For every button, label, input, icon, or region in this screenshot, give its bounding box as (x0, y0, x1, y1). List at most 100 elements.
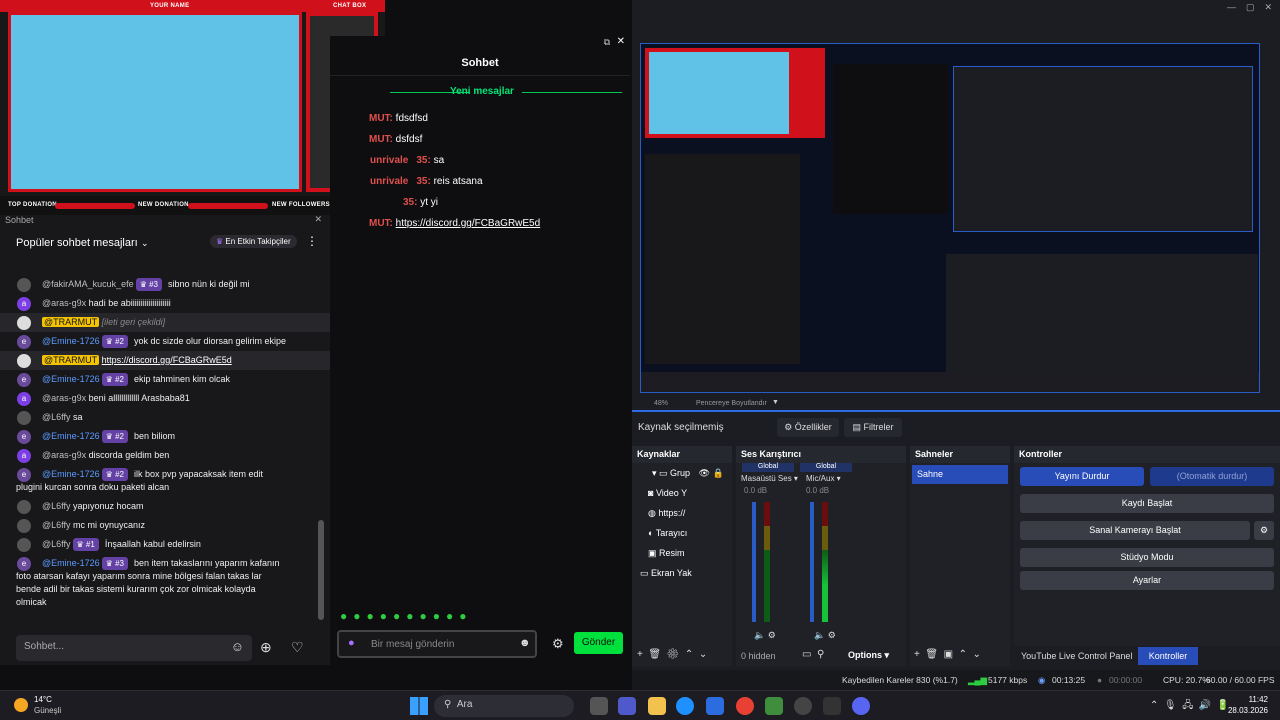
source-row-group[interactable]: ▾ ▭ Grup 👁 🔒 (632, 463, 732, 483)
taskbar-date[interactable]: 28.03.2026 (1226, 706, 1268, 715)
stop-stream-button[interactable]: Yayını Durdur (1020, 467, 1144, 486)
chat-username[interactable]: @Emine-1726 (42, 431, 100, 441)
chat-username[interactable]: @L6ffy (42, 520, 71, 530)
mic-icon[interactable]: ● (348, 637, 355, 649)
source-label: Grup (670, 468, 691, 478)
source-label: Video Y (655, 488, 688, 498)
close-icon[interactable]: ✕ (617, 36, 625, 47)
source-row-browser[interactable]: ◐ Tarayıcı (632, 523, 732, 543)
sun-icon[interactable] (14, 698, 28, 712)
list-item: @TRARMUT [ileti geri çekildi] (0, 313, 330, 332)
studio-mode-button[interactable]: Stüdyo Modu (1020, 548, 1274, 567)
close-icon[interactable]: ✕ (314, 214, 322, 225)
source-row-screen[interactable]: ▭ Ekran Yak (632, 563, 732, 583)
chat-username[interactable]: @Emine-1726 (42, 558, 100, 568)
terminal-icon[interactable] (823, 697, 841, 715)
chat-title: Sohbet (5, 215, 34, 225)
auto-stop-button[interactable]: (Otomatik durdur) (1150, 467, 1274, 486)
source-row-url[interactable]: ◍ https:// (632, 503, 732, 523)
fit-to-window[interactable]: Pencereye Boyutlandır (696, 400, 767, 407)
start-recording-button[interactable]: Kaydı Başlat (1020, 494, 1274, 513)
restore-icon[interactable]: ⧉ (604, 37, 610, 48)
chat-username[interactable]: @L6ffy (42, 539, 71, 549)
chat-link[interactable]: https://discord.gg/FCBaGRwE5d (396, 218, 541, 229)
top-followers-button[interactable]: ♛ En Etkin Takipçiler (210, 235, 297, 248)
source-row-image[interactable]: ▣ Resim (632, 543, 732, 563)
speaker-icon[interactable]: 🔈 ⚙ (754, 630, 776, 641)
volume-slider-2[interactable] (810, 502, 814, 622)
chat-username[interactable]: @L6ffy (42, 412, 71, 422)
tab-youtube-control[interactable]: YouTube Live Control Panel (1016, 647, 1136, 665)
options-button[interactable]: Options ▾ (848, 650, 889, 661)
chat-input[interactable]: Sohbet... ☺ (16, 635, 252, 661)
chat-username[interactable]: unrivale (370, 176, 408, 187)
popular-title[interactable]: Popüler sohbet mesajları (16, 237, 138, 249)
properties-button[interactable]: ⚙ Özellikler (777, 418, 839, 437)
emoji-icon[interactable]: ☻ (519, 637, 531, 649)
emote-bar[interactable]: ●●●●●●●●●● (340, 609, 472, 623)
tray-icons[interactable]: ⌃ 🎙 🖧 🔊 🔋 (1150, 698, 1229, 715)
chat-username[interactable]: unrivale (370, 155, 408, 166)
mixer-channel-1[interactable]: Masaüstü Ses ▾ (741, 474, 798, 483)
mixer-toolbar-icons[interactable]: ▭ ⚲ (802, 649, 824, 660)
eye-icon[interactable]: 👁 (699, 468, 710, 478)
discord-icon[interactable] (852, 697, 870, 715)
popout-chat-input[interactable]: ● Bir mesaj gönderin ☻ (337, 630, 537, 658)
source-row-video[interactable]: ◙ Video Y (632, 483, 732, 503)
chat-username[interactable]: @aras-g9x (42, 298, 86, 308)
chrome-icon[interactable] (736, 697, 754, 715)
chat-username[interactable]: @aras-g9x (42, 393, 86, 403)
heart-icon[interactable]: ♡ (291, 639, 304, 656)
chat-scrollbar[interactable] (318, 520, 324, 620)
lock-icon[interactable]: 🔒 (713, 468, 724, 478)
weather-temp[interactable]: 14°C (34, 695, 52, 704)
taskbar-search[interactable]: ⚲ Ara (434, 695, 574, 717)
minecraft-icon[interactable] (765, 697, 783, 715)
chat-username[interactable]: @Emine-1726 (42, 374, 100, 384)
volume-slider-1[interactable] (752, 502, 756, 622)
scene-toolbar-icons[interactable]: + 🗑 ▣ ⌃ ⌄ (914, 649, 981, 660)
chat-username[interactable]: @Emine-1726 (42, 336, 100, 346)
weather-desc[interactable]: Güneşli (34, 706, 61, 715)
chat-username[interactable]: MUT: (369, 134, 393, 145)
speaker-icon[interactable]: 🔈 ⚙ (814, 630, 836, 641)
start-virtual-camera-button[interactable]: Sanal Kamerayı Başlat (1020, 521, 1250, 540)
chat-username[interactable]: @TRARMUT (42, 317, 100, 327)
teams-icon[interactable] (618, 697, 636, 715)
tab-controls[interactable]: Kontroller (1138, 647, 1198, 665)
file-explorer-icon[interactable] (648, 697, 666, 715)
task-view-icon[interactable] (590, 697, 608, 715)
zoom-level[interactable]: 48% (654, 400, 668, 407)
chat-username[interactable]: @L6ffy (42, 501, 71, 511)
mixer-channel-2[interactable]: Mic/Aux ▾ (806, 474, 841, 483)
chat-link[interactable]: https://discord.gg/FCBaGRwE5d (102, 355, 232, 365)
chevron-down-icon[interactable]: ⌄ (141, 238, 149, 248)
obs-icon[interactable] (794, 697, 812, 715)
taskbar-time[interactable]: 11:42 (1226, 695, 1268, 704)
windows-start-icon[interactable] (410, 697, 428, 715)
source-toolbar-icons[interactable]: + 🗑 ⚙ ⌃ ⌄ (637, 649, 707, 660)
chat-username[interactable]: @Emine-1726 (42, 469, 100, 479)
scene-item[interactable]: Sahne (912, 465, 1008, 484)
filters-button[interactable]: ▤ Filtreler (844, 418, 902, 437)
chat-username[interactable]: @aras-g9x (42, 450, 86, 460)
chat-username[interactable]: MUT: (369, 218, 393, 229)
emoji-icon[interactable]: ☺ (231, 639, 244, 654)
obs-preview[interactable] (640, 43, 1260, 393)
edge-icon[interactable] (676, 697, 694, 715)
settings-button[interactable]: Ayarlar (1020, 571, 1274, 590)
chat-username[interactable]: @TRARMUT (42, 355, 100, 365)
send-button[interactable]: Gönder (574, 632, 623, 654)
add-icon[interactable]: ⊕ (260, 639, 272, 656)
gear-icon[interactable]: ⚙ (1254, 521, 1274, 540)
chat-username[interactable]: @fakirAMA_kucuk_efe (42, 279, 134, 289)
more-menu-icon[interactable]: ⋮ (306, 234, 318, 248)
store-icon[interactable] (706, 697, 724, 715)
chevron-down-icon[interactable]: ▼ (772, 399, 779, 406)
chat-username[interactable]: MUT: (369, 113, 393, 124)
rank-badge-label: #3 (149, 280, 158, 289)
window-controls[interactable]: — ▢ ✕ (1227, 2, 1272, 13)
list-item: @L6ffy sa (0, 408, 330, 427)
chat-text: sa (433, 155, 445, 166)
gear-icon[interactable]: ⚙ (552, 636, 564, 652)
